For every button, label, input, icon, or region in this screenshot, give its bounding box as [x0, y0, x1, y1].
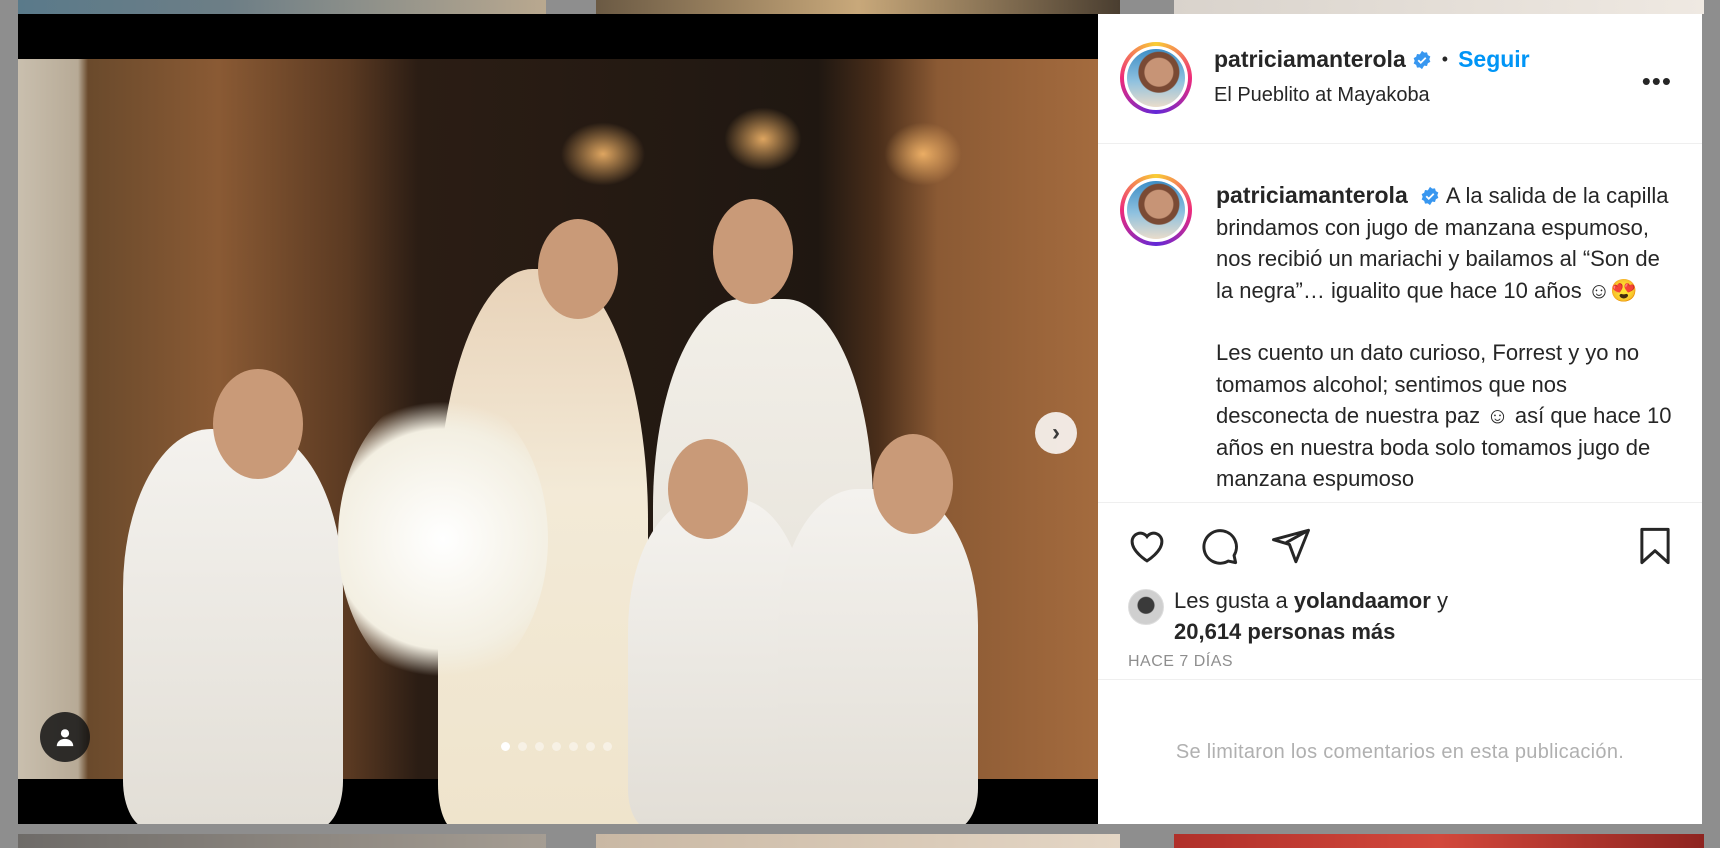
grid-thumbnail[interactable]: [1174, 0, 1704, 14]
likes-prefix: Les gusta a: [1174, 588, 1288, 613]
photo-figure: [213, 369, 303, 479]
tagged-users-button[interactable]: [40, 712, 90, 762]
photo-figure: [713, 199, 793, 304]
post-header: patriciamanterola • Seguir El Pueblito a…: [1098, 14, 1702, 144]
share-icon[interactable]: [1270, 525, 1312, 567]
grid-thumbnail[interactable]: [596, 0, 1120, 14]
carousel-dot: [535, 742, 544, 751]
chevron-right-icon: ›: [1052, 419, 1060, 446]
carousel-dot: [552, 742, 561, 751]
grid-thumbnail[interactable]: [18, 834, 546, 848]
caption-paragraph: Les cuento un dato curioso, Forrest y yo…: [1216, 340, 1672, 491]
more-icon: •••: [1641, 66, 1672, 96]
carousel-dot: [569, 742, 578, 751]
carousel-dot: [501, 742, 510, 751]
photo-figure: [778, 489, 978, 824]
bookmark-icon[interactable]: [1634, 525, 1676, 567]
likes-summary: Les gusta a yolandaamor y 20,614 persona…: [1128, 585, 1448, 647]
caption-text: patriciamanterola A la salida de la capi…: [1216, 180, 1676, 495]
post-actions: Les gusta a yolandaamor y 20,614 persona…: [1098, 503, 1702, 680]
caption-username[interactable]: patriciamanterola: [1216, 182, 1408, 208]
photo-figure: [668, 439, 748, 539]
carousel-next-button[interactable]: ›: [1035, 412, 1077, 454]
photo-figure: [873, 434, 953, 534]
comment-icon[interactable]: [1198, 525, 1240, 567]
verified-icon: [1420, 186, 1440, 206]
likes-count-link[interactable]: 20,614 personas más: [1174, 619, 1395, 644]
carousel-dot: [603, 742, 612, 751]
caption-author-avatar[interactable]: [1120, 174, 1192, 246]
grid-thumbnail[interactable]: [596, 834, 1120, 848]
post-timestamp[interactable]: HACE 7 DÍAS: [1128, 653, 1233, 671]
post-modal: › patriciamanterola • Seguir El Pueblito: [18, 14, 1702, 824]
carousel-dot: [586, 742, 595, 751]
grid-thumbnail[interactable]: [18, 0, 546, 14]
follow-button[interactable]: Seguir: [1458, 46, 1530, 73]
photo-bouquet: [338, 389, 548, 689]
user-tag-icon: [56, 729, 74, 747]
separator-dot: •: [1441, 49, 1449, 69]
liker-username[interactable]: yolandaamor: [1294, 588, 1431, 613]
post-media[interactable]: ›: [18, 14, 1098, 824]
verified-icon: [1412, 50, 1432, 70]
likes-connector: y: [1436, 588, 1448, 613]
post-location[interactable]: El Pueblito at Mayakoba: [1214, 84, 1430, 107]
comments-area: Se limitaron los comentarios en esta pub…: [1098, 680, 1702, 824]
photo-figure: [538, 219, 618, 319]
post-side-panel: patriciamanterola • Seguir El Pueblito a…: [1098, 14, 1702, 824]
carousel-dot: [518, 742, 527, 751]
photo-figure: [123, 429, 343, 824]
author-username[interactable]: patriciamanterola: [1214, 46, 1406, 73]
post-caption: patriciamanterola A la salida de la capi…: [1098, 144, 1702, 503]
post-photo[interactable]: [18, 59, 1098, 824]
more-options-button[interactable]: •••: [1642, 66, 1672, 97]
comments-limited-notice: Se limitaron los comentarios en esta pub…: [1175, 740, 1625, 763]
liker-avatar[interactable]: [1128, 589, 1164, 625]
carousel-indicator: [501, 742, 612, 751]
author-avatar[interactable]: [1120, 42, 1192, 114]
heart-icon[interactable]: [1126, 525, 1168, 567]
grid-thumbnail[interactable]: [1174, 834, 1704, 848]
